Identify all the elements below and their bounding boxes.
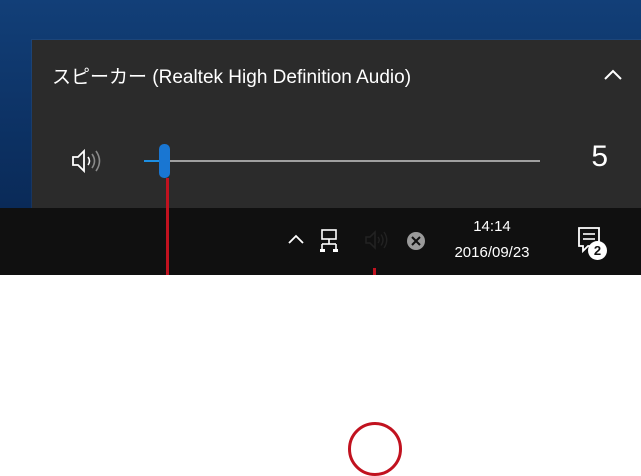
slider-thumb[interactable]: [159, 144, 170, 178]
network-button[interactable]: [319, 227, 343, 253]
callout-line-volume-icon: [373, 268, 376, 275]
collapse-button[interactable]: [600, 62, 626, 88]
taskbar: 14:14 2016/09/23 2: [0, 208, 641, 476]
volume-value: 5: [591, 140, 608, 173]
callout-circle: [348, 422, 402, 476]
status-button[interactable]: [405, 230, 427, 252]
clock-button[interactable]: 14:14 2016/09/23: [436, 212, 548, 270]
device-name-label[interactable]: スピーカー (Realtek High Definition Audio): [52, 62, 411, 89]
slider-track: [144, 160, 540, 162]
notification-count-badge: 2: [588, 241, 607, 260]
callout-line-slider: [166, 178, 169, 275]
volume-tray-button[interactable]: [364, 229, 392, 251]
volume-slider[interactable]: [144, 144, 540, 178]
chevron-up-icon: [604, 69, 622, 80]
speaker-icon: [72, 148, 101, 174]
wired-network-icon: [320, 229, 338, 252]
mute-toggle-button[interactable]: [70, 146, 106, 176]
action-center-button[interactable]: 2: [574, 222, 610, 262]
show-hidden-icons-button[interactable]: [286, 227, 306, 251]
speaker-icon: [365, 230, 388, 250]
volume-flyout: スピーカー (Realtek High Definition Audio) 5: [32, 40, 641, 208]
close-circle-icon: [407, 232, 425, 250]
clock-time: 14:14: [473, 218, 511, 235]
chevron-up-icon: [288, 234, 304, 244]
clock-date: 2016/09/23: [454, 244, 530, 261]
